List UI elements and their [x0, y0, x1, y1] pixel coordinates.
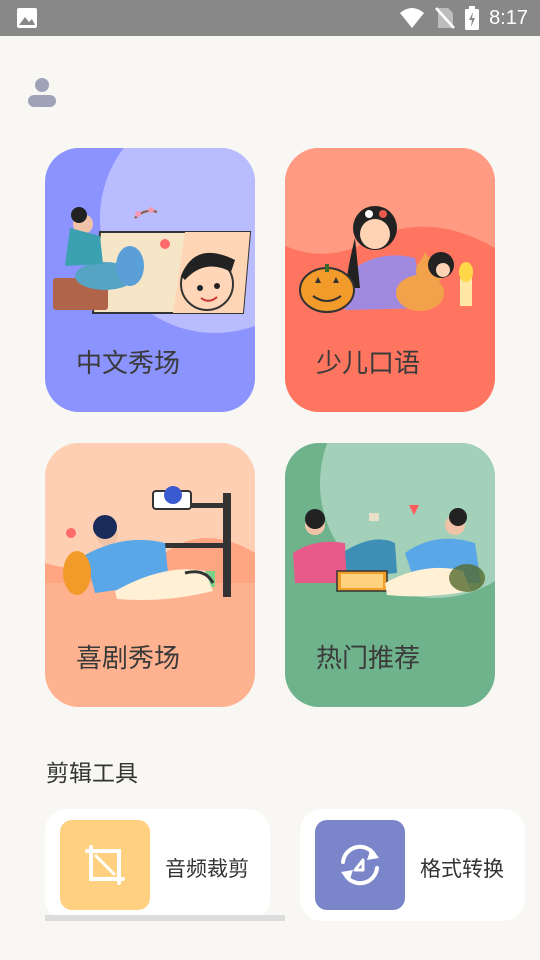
- horizontal-scrollbar[interactable]: [45, 915, 285, 921]
- crop-icon: [85, 845, 125, 885]
- convert-icon: [341, 844, 379, 886]
- wifi-icon: [400, 8, 425, 28]
- battery-icon: [465, 6, 480, 30]
- card-label: 少儿口语: [316, 349, 421, 379]
- card-label: 热门推荐: [316, 644, 421, 674]
- card-label: 喜剧秀场: [76, 644, 181, 674]
- status-time: 8:17: [489, 6, 528, 29]
- no-sim-icon: [435, 7, 455, 29]
- status-bar: 8:17: [0, 0, 540, 36]
- tool-label: 格式转换: [420, 857, 504, 881]
- tool-audio-crop[interactable]: 音频裁剪: [45, 809, 270, 921]
- gallery-notification-icon: [17, 8, 37, 28]
- card-label: 中文秀场: [76, 349, 181, 379]
- card-hot-recommend[interactable]: 热门推荐: [285, 443, 495, 707]
- user-avatar-icon[interactable]: [26, 76, 58, 108]
- section-title-editing-tools: 剪辑工具: [46, 761, 138, 787]
- card-kids-speaking[interactable]: 少儿口语: [285, 148, 495, 412]
- convert-icon-container: [315, 820, 405, 910]
- tool-format-convert[interactable]: 格式转换: [300, 809, 525, 921]
- card-comedy-show[interactable]: 喜剧秀场: [45, 443, 255, 707]
- card-chinese-show[interactable]: 中文秀场: [45, 148, 255, 412]
- crop-icon-container: [60, 820, 150, 910]
- tool-label: 音频裁剪: [165, 857, 249, 881]
